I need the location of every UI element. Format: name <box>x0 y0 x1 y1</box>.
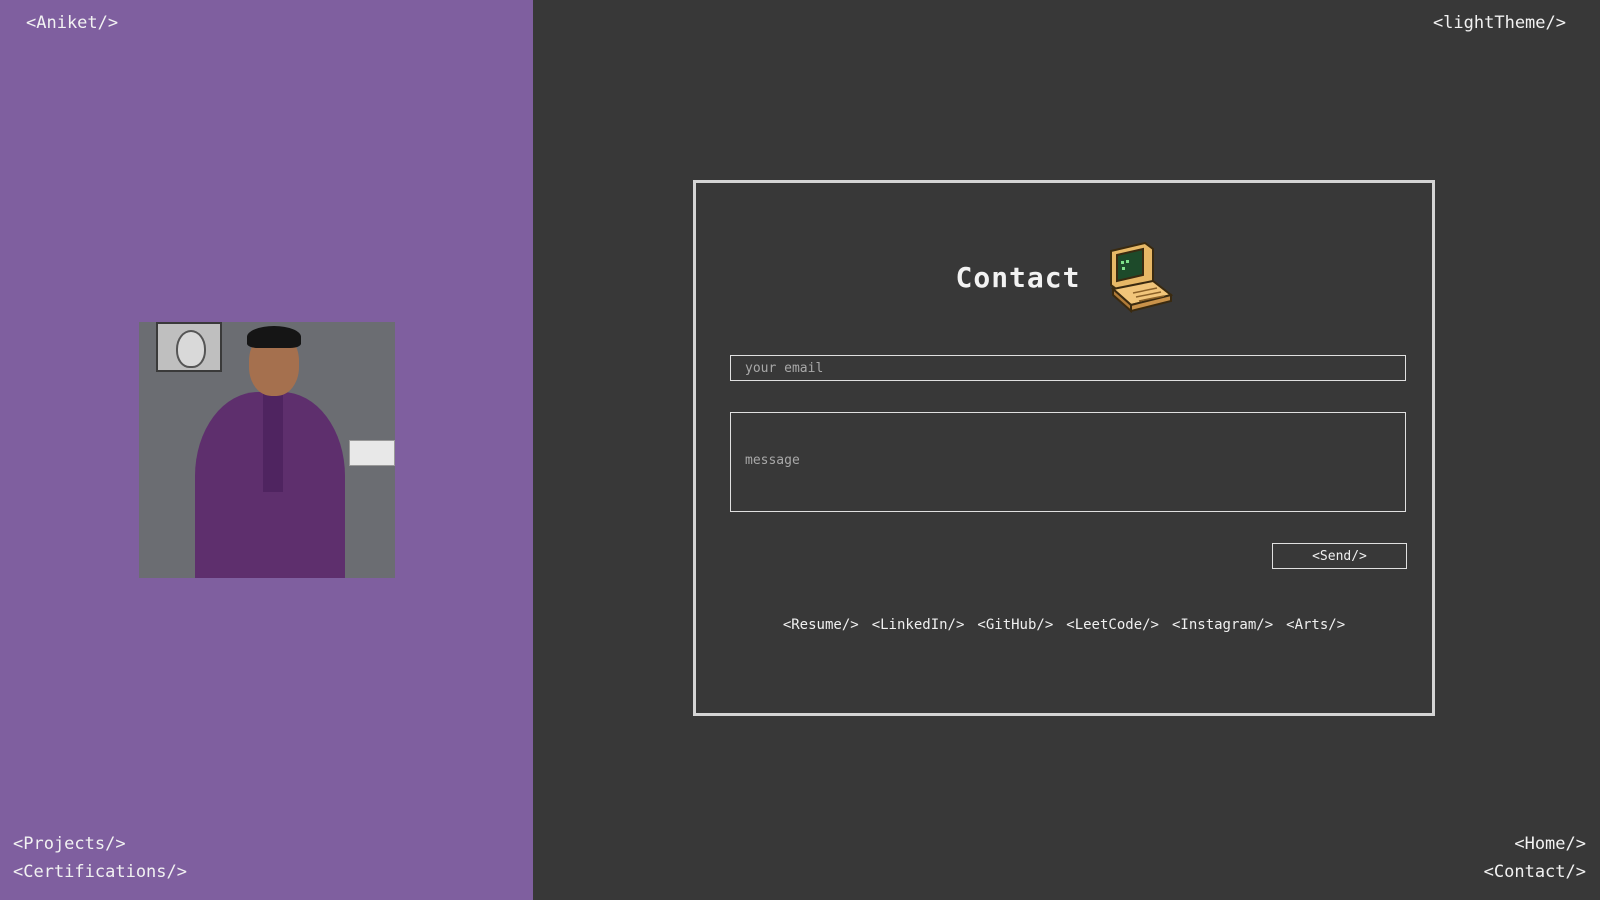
social-links: <Resume/> <LinkedIn/> <GitHub/> <LeetCod… <box>696 617 1432 633</box>
left-panel: <Aniket/> <Projects/> <Certifications/> <box>0 0 533 900</box>
instagram-link[interactable]: <Instagram/> <box>1172 617 1273 633</box>
nav-projects-link[interactable]: <Projects/> <box>13 834 126 854</box>
person-hair <box>247 326 301 348</box>
kurta-placket <box>263 392 283 492</box>
contact-title: Contact <box>955 260 1081 294</box>
contact-header: Contact <box>696 239 1432 315</box>
message-field[interactable] <box>730 412 1406 512</box>
arts-link[interactable]: <Arts/> <box>1286 617 1345 633</box>
portrait-face <box>176 330 206 368</box>
wall-socket <box>349 440 395 466</box>
brand-link[interactable]: <Aniket/> <box>26 13 118 33</box>
theme-toggle-link[interactable]: <lightTheme/> <box>1433 13 1566 33</box>
contact-card: Contact your email message <Send/> <Resu… <box>693 180 1435 716</box>
email-field[interactable] <box>730 355 1406 381</box>
resume-link[interactable]: <Resume/> <box>783 617 859 633</box>
nav-contact-link[interactable]: <Contact/> <box>1484 862 1586 882</box>
page: <Aniket/> <Projects/> <Certifications/> … <box>0 0 1600 900</box>
github-link[interactable]: <GitHub/> <box>977 617 1053 633</box>
profile-photo <box>139 322 395 578</box>
nav-certifications-link[interactable]: <Certifications/> <box>13 862 187 882</box>
retro-computer-icon <box>1109 241 1173 313</box>
right-panel: <lightTheme/> Contact your email message… <box>533 0 1600 900</box>
wall-portrait-frame <box>156 322 222 372</box>
nav-home-link[interactable]: <Home/> <box>1514 834 1586 854</box>
leetcode-link[interactable]: <LeetCode/> <box>1066 617 1159 633</box>
linkedin-link[interactable]: <LinkedIn/> <box>872 617 965 633</box>
send-button[interactable]: <Send/> <box>1272 543 1407 569</box>
